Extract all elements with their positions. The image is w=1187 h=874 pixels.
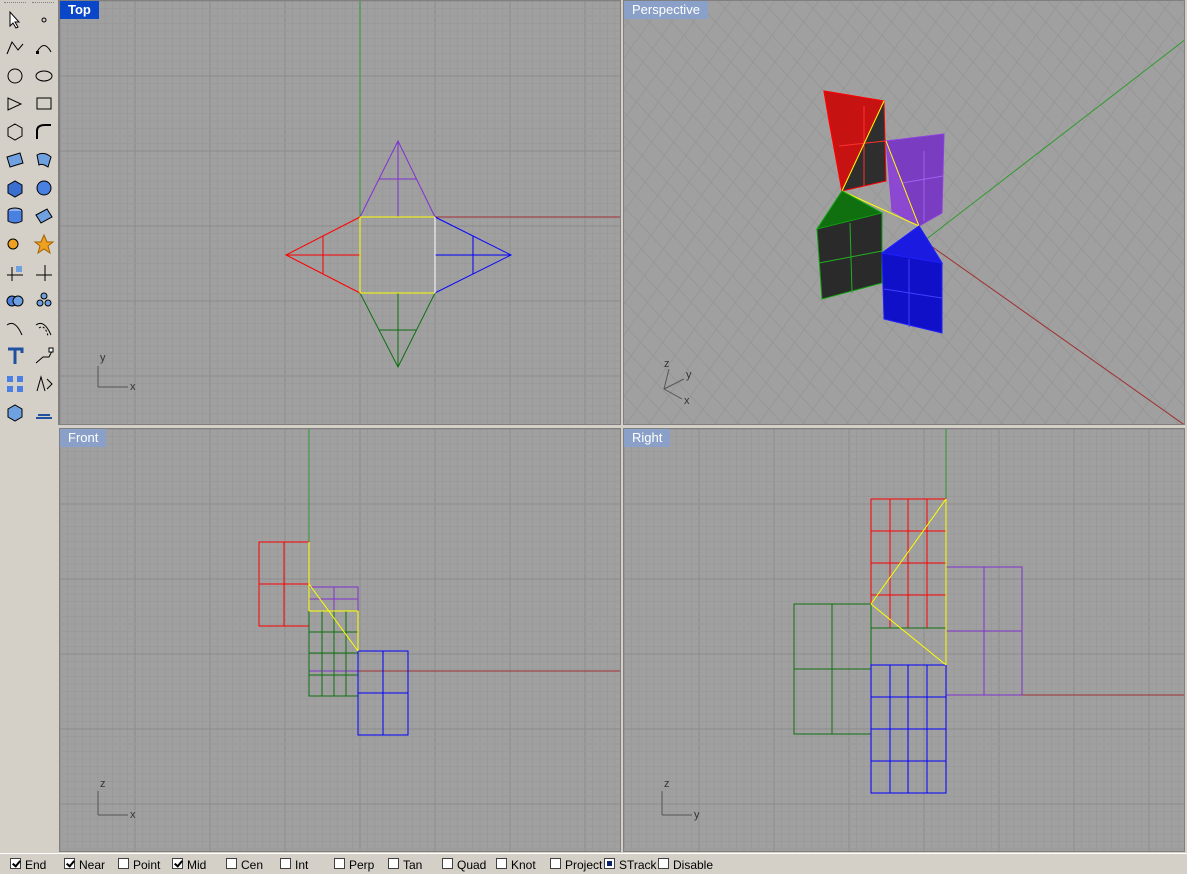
- osnap-label: Near: [79, 858, 106, 872]
- osnap-statusbar: End Near Point Mid Cen Int Perp Tan Quad Knot Proj…: [0, 853, 1187, 874]
- osnap-label: Knot: [511, 858, 536, 872]
- point-icon[interactable]: [33, 9, 55, 31]
- osnap-label: Cen: [241, 858, 264, 872]
- offset-icon[interactable]: [33, 317, 55, 339]
- text-icon[interactable]: [4, 345, 26, 367]
- top-viewport-canvas[interactable]: y x: [60, 1, 621, 425]
- axis-label-x: x: [684, 395, 690, 407]
- ellipse-icon[interactable]: [33, 65, 55, 87]
- osnap-checkbox[interactable]: [64, 858, 75, 869]
- x-axis-line: [923, 240, 1184, 424]
- sphere-icon[interactable]: [33, 177, 55, 199]
- circle-icon[interactable]: [4, 65, 26, 87]
- cylinder-icon[interactable]: [4, 205, 26, 227]
- perspective-viewport-canvas[interactable]: z y x: [624, 1, 1185, 425]
- axis-label-y: y: [694, 809, 700, 821]
- viewport-title-perspective[interactable]: Perspective: [624, 1, 708, 19]
- osnap-label: Int: [295, 858, 309, 872]
- osnap-checkbox[interactable]: [172, 858, 183, 869]
- surface-icon[interactable]: [4, 149, 26, 171]
- boolean-icon[interactable]: [4, 289, 26, 311]
- explode-icon[interactable]: [33, 233, 55, 255]
- red-prism[interactable]: [823, 90, 887, 193]
- rectangle-icon[interactable]: [33, 93, 55, 115]
- curve-icon[interactable]: [33, 37, 55, 59]
- render-icon[interactable]: [4, 401, 26, 423]
- right-viewport-canvas[interactable]: z y: [624, 429, 1185, 852]
- arc-icon[interactable]: [4, 93, 26, 115]
- osnap-checkbox[interactable]: [442, 858, 453, 869]
- dimension-icon[interactable]: [33, 345, 55, 367]
- viewport-title-top[interactable]: Top: [60, 1, 99, 19]
- polygon-icon[interactable]: [4, 121, 26, 143]
- osnap-label: Disable: [673, 858, 714, 872]
- analyze-icon[interactable]: [33, 373, 55, 395]
- trim-icon[interactable]: [4, 261, 26, 283]
- green-triangle[interactable]: [359, 292, 436, 369]
- osnap-checkbox[interactable]: [280, 858, 291, 869]
- right-viewport[interactable]: z y Right: [623, 428, 1185, 852]
- select-icon[interactable]: [4, 9, 26, 31]
- purple-triangle[interactable]: [359, 139, 436, 218]
- osnap-label: Mid: [187, 858, 207, 872]
- loft-icon[interactable]: [33, 149, 55, 171]
- toolbar-grip[interactable]: [4, 2, 26, 5]
- osnap-checkbox[interactable]: [10, 858, 21, 869]
- osnap-checkbox[interactable]: [388, 858, 399, 869]
- green-prism[interactable]: [815, 190, 884, 300]
- osnap-label: End: [25, 858, 47, 872]
- osnap-label: STrack: [619, 858, 657, 872]
- front-viewport[interactable]: z x Front: [59, 428, 621, 852]
- viewport-title-right[interactable]: Right: [624, 429, 671, 447]
- tool-palette: [0, 0, 59, 425]
- osnap-label: Tan: [403, 858, 423, 872]
- osnap-checkbox[interactable]: [604, 858, 615, 869]
- axis-label-z: z: [664, 778, 670, 790]
- front-viewport-canvas[interactable]: z x: [60, 429, 621, 852]
- box-icon[interactable]: [4, 177, 26, 199]
- purple-prism[interactable]: [885, 133, 945, 228]
- axis-label-y: y: [686, 369, 692, 381]
- axis-label-y: y: [100, 352, 106, 364]
- mesh-icon[interactable]: [33, 205, 55, 227]
- osnap-checkbox[interactable]: [658, 858, 669, 869]
- red-rectangle[interactable]: [258, 541, 310, 627]
- more-icon[interactable]: [33, 401, 55, 423]
- group-icon[interactable]: [33, 289, 55, 311]
- transform-icon[interactable]: [4, 233, 26, 255]
- osnap-label: Point: [133, 858, 161, 872]
- perspective-viewport[interactable]: z y x Perspective: [623, 0, 1185, 425]
- axis-label-z: z: [100, 778, 106, 790]
- osnap-checkbox[interactable]: [226, 858, 237, 869]
- osnap-label: Perp: [349, 858, 375, 872]
- viewport-title-front[interactable]: Front: [60, 429, 107, 447]
- osnap-checkbox[interactable]: [496, 858, 507, 869]
- osnap-label: Project: [565, 858, 603, 872]
- split-icon[interactable]: [33, 261, 55, 283]
- blue-rectangle[interactable]: [357, 650, 409, 736]
- y-axis-line: [923, 39, 1184, 242]
- array-icon[interactable]: [4, 373, 26, 395]
- axis-label-z: z: [664, 358, 670, 370]
- curve-tools-icon[interactable]: [4, 317, 26, 339]
- osnap-checkbox[interactable]: [550, 858, 561, 869]
- polyline-icon[interactable]: [4, 37, 26, 59]
- osnap-label: Quad: [457, 858, 487, 872]
- axis-label-x: x: [130, 381, 136, 393]
- osnap-checkbox[interactable]: [118, 858, 129, 869]
- fillet-icon[interactable]: [33, 121, 55, 143]
- osnap-checkbox[interactable]: [334, 858, 345, 869]
- toolbar-grip[interactable]: [32, 2, 54, 5]
- top-viewport[interactable]: y x Top: [59, 0, 621, 425]
- axis-label-x: x: [130, 809, 136, 821]
